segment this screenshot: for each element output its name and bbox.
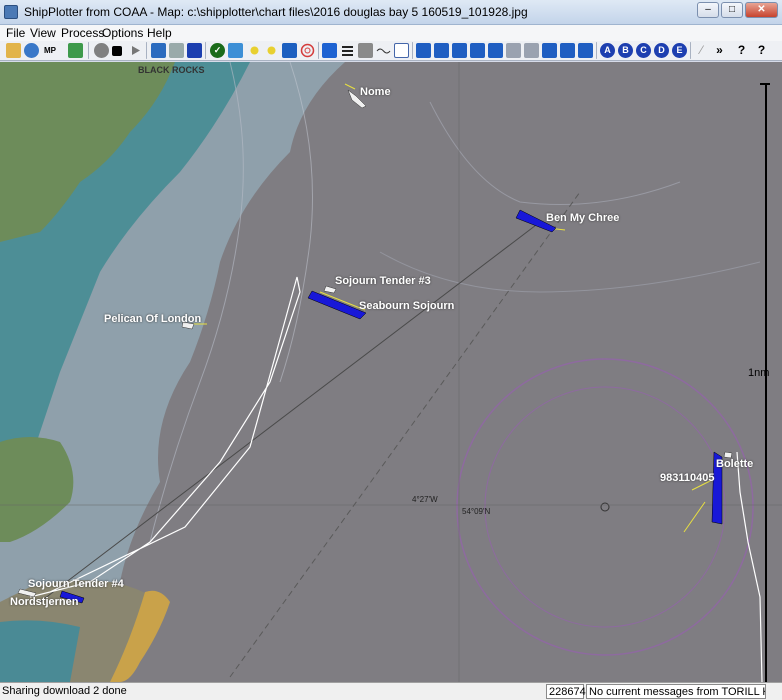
map-button[interactable]: MP	[44, 43, 62, 58]
toolbar-separator	[412, 42, 413, 59]
chart-icon[interactable]	[68, 43, 83, 58]
letter-b-button[interactable]: B	[618, 43, 633, 58]
plus-icon[interactable]	[247, 43, 262, 58]
close-button[interactable]: ✕	[745, 2, 778, 18]
pen-icon[interactable]: ⁄	[694, 43, 709, 58]
sea-icon[interactable]	[322, 43, 337, 58]
menu-file[interactable]: File	[6, 26, 25, 40]
globe-icon[interactable]	[24, 43, 39, 58]
zoom6-icon[interactable]	[506, 43, 521, 58]
zoom2-icon[interactable]	[434, 43, 449, 58]
chart-label-black-rocks: BLACK ROCKS	[138, 65, 205, 75]
zoom8-icon[interactable]	[542, 43, 557, 58]
layers-icon[interactable]	[228, 43, 243, 58]
context-help-icon[interactable]: ?	[754, 43, 769, 58]
zoom3-icon[interactable]	[452, 43, 467, 58]
zoom10-icon[interactable]	[578, 43, 593, 58]
vessel-label-983110405[interactable]: 983110405	[660, 472, 714, 484]
stop-icon[interactable]	[112, 46, 122, 56]
toolbar-separator	[205, 42, 206, 59]
chart-label-latitude: 54°09'N	[462, 507, 491, 516]
status-current-box: No current messages from TORILL KNUTSEN	[586, 684, 766, 699]
letter-d-button[interactable]: D	[654, 43, 669, 58]
title-bar: ShipPlotter from COAA - Map: c:\shipplot…	[0, 0, 782, 25]
open-folder-icon[interactable]	[6, 43, 21, 58]
list-icon[interactable]	[340, 43, 355, 58]
status-current: No current messages from TORILL KNUTSEN	[589, 686, 765, 698]
vessel-label-nordstjernen[interactable]: Nordstjernen	[10, 596, 78, 608]
window-icon[interactable]	[394, 43, 409, 58]
compass-icon[interactable]	[187, 43, 202, 58]
chart-label-longitude: 4°27'W	[412, 495, 438, 504]
zoom4-icon[interactable]	[470, 43, 485, 58]
letter-a-button[interactable]: A	[600, 43, 615, 58]
status-message: Sharing download 2 done	[2, 685, 127, 697]
status-bar: Sharing download 2 done 228674 No curren…	[0, 682, 782, 700]
letter-e-button[interactable]: E	[672, 43, 687, 58]
maximize-button[interactable]: □	[721, 2, 743, 18]
toolbar-separator	[88, 42, 89, 59]
status-counter: 228674	[549, 686, 586, 698]
ship-icon[interactable]	[151, 43, 166, 58]
menu-help[interactable]: Help	[147, 26, 172, 40]
map-view[interactable]: BLACK ROCKS Nome Ben My Chree Sojourn Te…	[0, 62, 782, 682]
toolbar-separator	[596, 42, 597, 59]
toolbar-separator	[318, 42, 319, 59]
menu-view[interactable]: View	[30, 26, 56, 40]
vessel-label-sojourn-tender-4[interactable]: Sojourn Tender #4	[28, 578, 124, 590]
zoom7-icon[interactable]	[524, 43, 539, 58]
vessel-label-pelican-of-london[interactable]: Pelican Of London	[104, 313, 201, 325]
window-title: ShipPlotter from COAA - Map: c:\shipplot…	[24, 5, 528, 19]
vessel-label-seabourn-sojourn[interactable]: Seabourn Sojourn	[359, 300, 454, 312]
toolbar: MP ✓ A B C D E ⁄ » ? ?	[0, 41, 782, 61]
status-counter-box: 228674	[546, 684, 586, 699]
grey-box-icon[interactable]	[358, 43, 373, 58]
menu-bar: File View Process Options Help	[0, 25, 782, 41]
record-icon[interactable]	[94, 43, 109, 58]
vessel-label-bolette[interactable]: Bolette	[716, 458, 753, 470]
vessel-label-nome[interactable]: Nome	[360, 86, 391, 98]
tools-icon[interactable]	[169, 43, 184, 58]
zoom1-icon[interactable]	[416, 43, 431, 58]
zoom5-icon[interactable]	[488, 43, 503, 58]
chevron-right-icon[interactable]: »	[712, 43, 727, 58]
menu-options[interactable]: Options	[102, 26, 143, 40]
toolbar-separator	[690, 42, 691, 59]
target-icon[interactable]	[300, 43, 315, 58]
wave-icon[interactable]	[376, 43, 391, 58]
minimize-button[interactable]: –	[697, 2, 719, 18]
vessel-label-sojourn-tender-3[interactable]: Sojourn Tender #3	[335, 275, 431, 287]
toolbar-separator	[146, 42, 147, 59]
check-icon[interactable]: ✓	[210, 43, 225, 58]
menu-process[interactable]: Process	[61, 26, 104, 40]
minus-icon[interactable]	[264, 43, 279, 58]
play-icon[interactable]	[128, 43, 143, 58]
scale-label: 1nm	[748, 367, 770, 379]
letter-c-button[interactable]: C	[636, 43, 651, 58]
zoom9-icon[interactable]	[560, 43, 575, 58]
app-icon	[4, 5, 18, 19]
crosshair-icon[interactable]	[282, 43, 297, 58]
vessel-label-ben-my-chree[interactable]: Ben My Chree	[546, 212, 619, 224]
help-icon[interactable]: ?	[734, 43, 749, 58]
